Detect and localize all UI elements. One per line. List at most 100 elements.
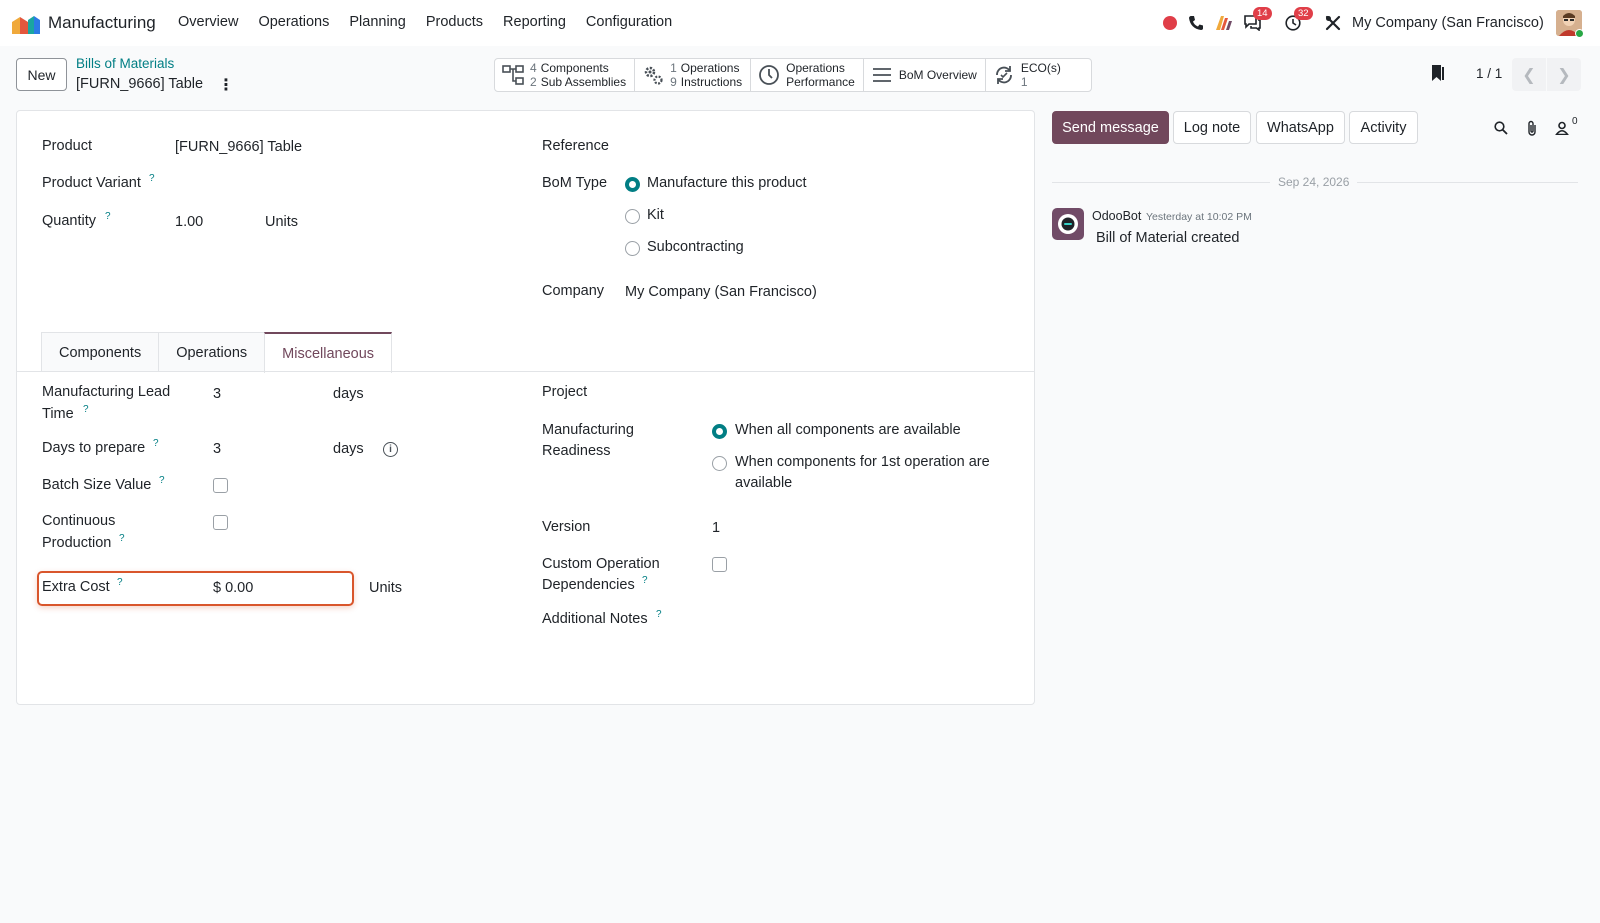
message-author[interactable]: OdooBot (1092, 209, 1141, 223)
project-label: Project (542, 384, 588, 400)
main-menu: Overview Operations Planning Products Re… (168, 14, 682, 30)
pager-value[interactable]: 1 / 1 (1476, 66, 1502, 81)
product-variant-field[interactable] (175, 172, 475, 194)
menu-operations[interactable]: Operations (248, 14, 339, 30)
company-switcher[interactable]: My Company (San Francisco) (1352, 15, 1544, 31)
tab-miscellaneous[interactable]: Miscellaneous (264, 332, 393, 373)
custom-dependencies-label-line-1: Custom Operation (542, 556, 660, 572)
menu-products[interactable]: Products (416, 14, 493, 30)
version-field[interactable]: 1 (712, 517, 720, 539)
activities-clock-icon[interactable]: 32 (1283, 7, 1313, 33)
form-sheet: Product [FURN_9666] Table Product Varian… (16, 110, 1035, 705)
bom-type-subcontracting-label[interactable]: Subcontracting (647, 236, 744, 258)
subassemblies-label: Sub Assemblies (540, 75, 627, 89)
odoobot-avatar[interactable] (1052, 208, 1084, 240)
readiness-first-operation-label-line-2[interactable]: available (735, 472, 792, 494)
company-field[interactable]: My Company (San Francisco) (625, 281, 817, 303)
phone-icon[interactable] (1186, 13, 1206, 33)
readiness-all-components-label[interactable]: When all components are available (735, 419, 961, 441)
extra-cost-help-icon[interactable]: ? (117, 577, 123, 588)
actions-menu-icon[interactable]: ⋮ (218, 75, 234, 95)
whatsapp-button[interactable]: WhatsApp (1256, 111, 1345, 144)
send-message-button[interactable]: Send message (1052, 111, 1169, 144)
custom-dependencies-help-icon[interactable]: ? (642, 575, 648, 586)
extra-cost-field[interactable]: $ 0.00 (213, 577, 253, 599)
performance-line-1: Operations (786, 61, 845, 75)
additional-notes-label: Additional Notes (542, 611, 648, 627)
tab-components[interactable]: Components (41, 332, 160, 372)
readiness-label-line-1: Manufacturing (542, 422, 634, 438)
log-note-button[interactable]: Log note (1173, 111, 1251, 144)
record-icon[interactable] (1160, 13, 1180, 33)
reference-label: Reference (542, 138, 609, 154)
batch-size-help-icon[interactable]: ? (159, 475, 165, 486)
eco-smart-button[interactable]: ECO(s) 1 (986, 59, 1091, 91)
bom-overview-smart-button[interactable]: BoM Overview (864, 59, 986, 91)
record-title: [FURN_9666] Table (76, 76, 204, 92)
activity-button[interactable]: Activity (1349, 111, 1418, 144)
pager-previous-icon[interactable]: ❮ (1512, 58, 1546, 91)
app-name[interactable]: Manufacturing (48, 13, 156, 33)
version-label: Version (542, 519, 591, 535)
bom-type-manufacture-radio[interactable] (625, 177, 640, 192)
bookmark-icon[interactable] (1430, 64, 1446, 85)
custom-dependencies-checkbox[interactable] (712, 557, 727, 572)
continuous-production-help-icon[interactable]: ? (119, 533, 125, 544)
project-field[interactable] (712, 381, 1002, 403)
quantity-help-icon[interactable]: ? (105, 211, 111, 222)
new-button[interactable]: New (16, 58, 67, 91)
quantity-uom-field[interactable]: Units (265, 211, 298, 233)
manufacturing-app-icon[interactable] (12, 12, 40, 34)
menu-planning[interactable]: Planning (339, 14, 415, 30)
operations-smart-button[interactable]: 1 Operations 9 Instructions (635, 59, 752, 91)
followers-count: 0 (1572, 116, 1578, 127)
product-field[interactable]: [FURN_9666] Table (175, 136, 302, 158)
instructions-count: 9 (670, 75, 677, 89)
product-variant-help-icon[interactable]: ? (149, 173, 155, 184)
lead-time-label-line-2: Time (42, 406, 74, 422)
continuous-production-checkbox[interactable] (213, 515, 228, 530)
operations-count: 1 (670, 61, 677, 75)
tab-operations[interactable]: Operations (158, 332, 266, 372)
lead-time-help-icon[interactable]: ? (83, 404, 89, 415)
lead-time-label-line-1: Manufacturing Lead (42, 384, 171, 400)
readiness-first-operation-label-line-1[interactable]: When components for 1st operation are (735, 451, 990, 473)
days-to-prepare-label: Days to prepare (42, 440, 146, 456)
menu-configuration[interactable]: Configuration (576, 14, 682, 30)
days-to-prepare-field[interactable]: 3 (213, 438, 221, 460)
batch-size-checkbox[interactable] (213, 478, 228, 493)
lead-time-unit: days (333, 386, 364, 402)
paperclip-icon[interactable] (1523, 119, 1541, 137)
tools-icon[interactable] (1323, 13, 1343, 33)
days-to-prepare-help-icon[interactable]: ? (153, 438, 159, 449)
bom-type-label: BoM Type (542, 175, 608, 191)
bom-type-kit-label[interactable]: Kit (647, 204, 664, 226)
pager-next-icon[interactable]: ❯ (1547, 58, 1581, 91)
additional-notes-help-icon[interactable]: ? (656, 609, 662, 620)
search-icon[interactable] (1492, 119, 1510, 137)
followers-icon[interactable] (1553, 119, 1571, 137)
extra-cost-unit: Units (369, 580, 403, 596)
components-smart-button[interactable]: 4 Components 2 Sub Assemblies (495, 59, 636, 91)
components-label: Components (540, 61, 609, 75)
menu-reporting[interactable]: Reporting (493, 14, 576, 30)
readiness-all-components-radio[interactable] (712, 424, 727, 439)
operations-performance-smart-button[interactable]: Operations Performance (751, 59, 864, 91)
breadcrumb-bills-of-materials[interactable]: Bills of Materials (76, 56, 174, 71)
bom-type-manufacture-label[interactable]: Manufacture this product (647, 172, 807, 194)
lead-time-field[interactable]: 3 (213, 383, 221, 405)
batch-size-label: Batch Size Value (42, 477, 152, 493)
reference-field[interactable] (625, 135, 1005, 157)
company-label: Company (542, 283, 605, 299)
days-to-prepare-unit: days (333, 441, 364, 457)
top-navbar: Manufacturing Overview Operations Planni… (0, 0, 1600, 46)
bom-type-kit-radio[interactable] (625, 209, 640, 224)
readiness-first-operation-radio[interactable] (712, 456, 727, 471)
instructions-label: Instructions (680, 75, 743, 89)
menu-overview[interactable]: Overview (168, 14, 248, 30)
info-icon[interactable]: i (383, 442, 398, 457)
ai-icon[interactable] (1214, 13, 1234, 33)
messages-icon[interactable]: 14 (1242, 7, 1272, 33)
bom-type-subcontracting-radio[interactable] (625, 241, 640, 256)
quantity-field[interactable]: 1.00 (175, 211, 203, 233)
